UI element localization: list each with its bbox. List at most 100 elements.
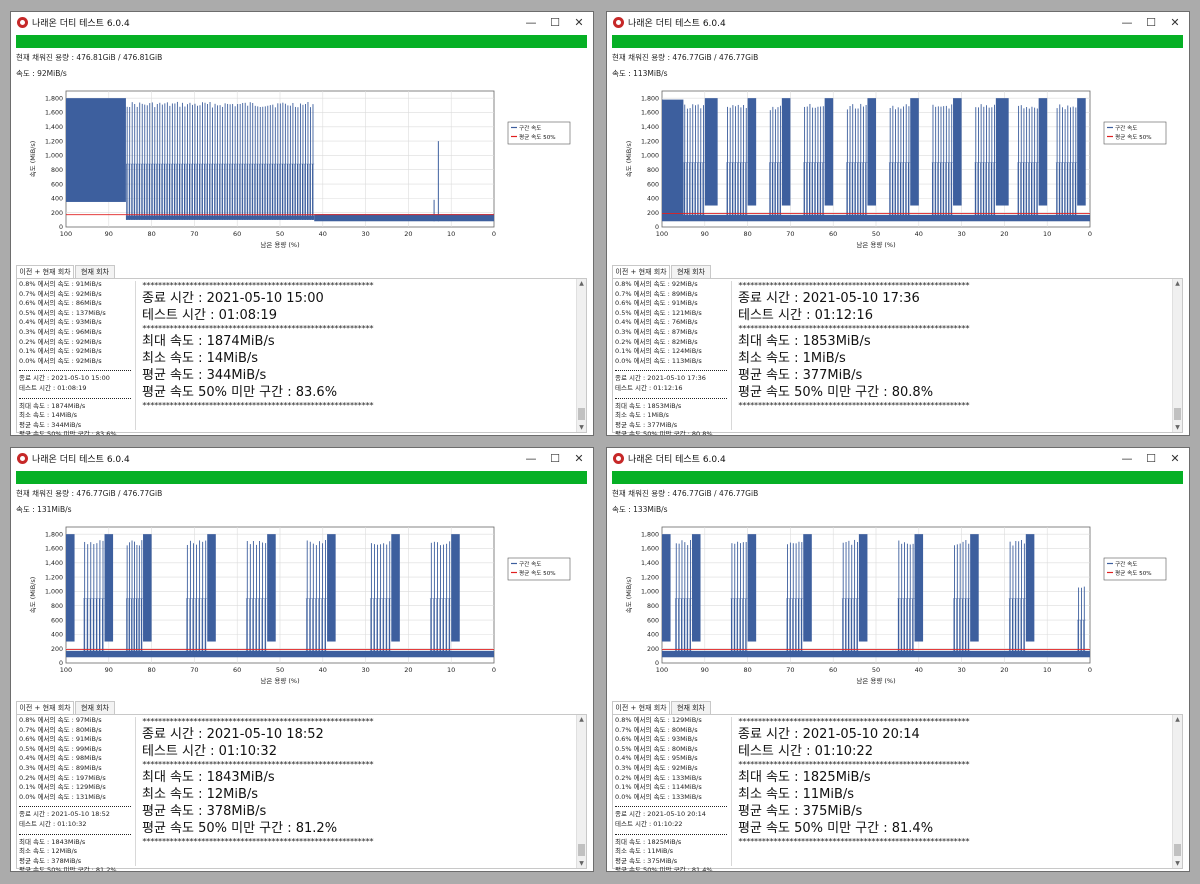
- legend-label: 구간 속도: [1115, 560, 1137, 568]
- scrollbar-thumb[interactable]: [578, 844, 585, 856]
- vertical-scrollbar[interactable]: ▲ ▼: [576, 279, 586, 432]
- scroll-up-icon[interactable]: ▲: [577, 280, 586, 287]
- x-tick-label: 0: [492, 230, 496, 238]
- x-tick-label: 0: [1088, 230, 1092, 238]
- scrollbar-thumb[interactable]: [1174, 844, 1181, 856]
- app-logo-icon: [613, 453, 624, 464]
- x-tick-label: 60: [233, 666, 241, 674]
- x-tick-label: 70: [190, 666, 198, 674]
- scroll-down-icon[interactable]: ▼: [1173, 424, 1182, 431]
- x-tick-label: 90: [105, 230, 113, 238]
- y-tick-label: 1,600: [641, 110, 659, 117]
- close-button[interactable]: ✕: [1165, 449, 1185, 469]
- y-tick-label: 400: [51, 632, 63, 639]
- speed-chart: 100 90 80 70 60 50 40 30 20 10 0 0 200 400 600 800 1,000…: [11, 514, 593, 698]
- big-stat-line: 최대 속도 : 1874MiB/s: [142, 334, 275, 349]
- y-tick-label: 600: [51, 181, 63, 188]
- maximize-button[interactable]: ☐: [1141, 449, 1161, 469]
- high-speed-block: [662, 534, 671, 642]
- window-title: 나래온 더티 테스트 6.0.4: [628, 455, 726, 465]
- big-stat-line: 평균 속도 : 377MiB/s: [738, 368, 863, 383]
- speed-at-percent-line: 0.8% 에서의 속도 : 97MiB/s: [19, 716, 102, 724]
- x-axis-label: 남은 용량 (%): [856, 240, 895, 249]
- tab-current[interactable]: 현재 회차: [671, 701, 711, 714]
- tab-current[interactable]: 현재 회차: [75, 265, 115, 278]
- y-axis-label: 속도 (MiB/s): [29, 577, 37, 614]
- time-line: 종료 시간 : 2021-05-10 17:36: [615, 374, 706, 383]
- scrollbar-thumb[interactable]: [578, 408, 585, 420]
- y-tick-label: 600: [647, 617, 659, 624]
- y-tick-label: 1,200: [641, 574, 659, 581]
- close-button[interactable]: ✕: [569, 449, 589, 469]
- y-tick-label: 1,800: [641, 531, 659, 538]
- scroll-down-icon[interactable]: ▼: [1173, 860, 1182, 867]
- y-tick-label: 600: [647, 181, 659, 188]
- minimize-button[interactable]: —: [1117, 13, 1137, 33]
- progress-bar: [612, 471, 1183, 484]
- star-separator: ****************************************…: [142, 717, 374, 726]
- y-tick-label: 1,200: [45, 574, 63, 581]
- star-separator: ****************************************…: [738, 760, 970, 769]
- x-tick-label: 40: [915, 230, 923, 238]
- app-window: 나래온 더티 테스트 6.0.4 — ☐ ✕ 현재 채워진 용량 : 476.77GiB…: [606, 447, 1190, 872]
- summary-log: 0.8% 에서의 속도 : 91MiB/s 0.7% 에서의 속도 : 92MiB…: [19, 280, 131, 435]
- speed-at-percent-line: 0.0% 에서의 속도 : 113MiB/s: [615, 356, 702, 365]
- vertical-scrollbar[interactable]: ▲ ▼: [1172, 279, 1182, 432]
- speed-chart: 100 90 80 70 60 50 40 30 20 10 0 0 200 400 600 800 1,000…: [11, 78, 593, 262]
- tab-previous-and-current[interactable]: 이전 + 현재 회차: [612, 265, 670, 278]
- title-bar: 나래온 더티 테스트 6.0.4 — ☐ ✕: [11, 448, 593, 470]
- maximize-button[interactable]: ☐: [545, 13, 565, 33]
- x-tick-label: 80: [743, 230, 751, 238]
- maximize-button[interactable]: ☐: [545, 449, 565, 469]
- y-tick-label: 1,000: [641, 153, 659, 160]
- tab-current[interactable]: 현재 회차: [671, 265, 711, 278]
- y-tick-label: 1,400: [45, 560, 63, 567]
- summary-log: 0.8% 에서의 속도 : 92MiB/s 0.7% 에서의 속도 : 89MiB…: [615, 280, 727, 435]
- minimize-button[interactable]: —: [521, 13, 541, 33]
- log-separator: [615, 830, 727, 835]
- filled-capacity-text: 현재 채워진 용량 : 476.77GiB / 476.77GiB: [612, 53, 759, 62]
- log-separator: [615, 394, 727, 399]
- minimize-button[interactable]: —: [521, 449, 541, 469]
- speed-at-percent-line: 0.0% 에서의 속도 : 133MiB/s: [615, 792, 702, 801]
- spike-base: [674, 650, 692, 656]
- progress-fill: [612, 471, 1183, 484]
- close-button[interactable]: ✕: [569, 13, 589, 33]
- speed-at-percent-line: 0.2% 에서의 속도 : 133MiB/s: [615, 773, 702, 782]
- minimize-button[interactable]: —: [1117, 449, 1137, 469]
- high-speed-block: [391, 534, 400, 642]
- vertical-scrollbar[interactable]: ▲ ▼: [1172, 715, 1182, 868]
- scroll-down-icon[interactable]: ▼: [577, 424, 586, 431]
- speed-at-percent-line: 0.4% 에서의 속도 : 98MiB/s: [19, 754, 102, 763]
- scrollbar-thumb[interactable]: [1174, 408, 1181, 420]
- big-time-line: 테스트 시간 : 01:08:19: [142, 308, 277, 323]
- summary-log: 0.8% 에서의 속도 : 129MiB/s 0.7% 에서의 속도 : 80Mi…: [615, 716, 727, 871]
- vertical-scrollbar[interactable]: ▲ ▼: [576, 715, 586, 868]
- close-button[interactable]: ✕: [1165, 13, 1185, 33]
- speed-at-percent-line: 0.5% 에서의 속도 : 137MiB/s: [19, 308, 106, 317]
- speed-at-percent-line: 0.1% 에서의 속도 : 124MiB/s: [615, 347, 702, 356]
- high-speed-block: [747, 98, 757, 206]
- scroll-down-icon[interactable]: ▼: [577, 860, 586, 867]
- tab-current[interactable]: 현재 회차: [75, 701, 115, 714]
- progress-bar: [16, 471, 587, 484]
- stat-line: 최대 속도 : 1853MiB/s: [615, 401, 682, 410]
- speed-at-percent-line: 0.3% 에서의 속도 : 92MiB/s: [615, 763, 698, 772]
- y-tick-label: 1,400: [641, 124, 659, 131]
- scroll-up-icon[interactable]: ▲: [1173, 280, 1182, 287]
- stat-line: 평균 속도 : 375MiB/s: [615, 856, 678, 865]
- tab-previous-and-current[interactable]: 이전 + 현재 회차: [16, 265, 74, 278]
- x-tick-label: 70: [786, 666, 794, 674]
- tab-previous-and-current[interactable]: 이전 + 현재 회차: [16, 701, 74, 714]
- big-stat-line: 최대 속도 : 1825MiB/s: [738, 770, 871, 785]
- y-tick-label: 200: [51, 646, 63, 653]
- x-tick-label: 40: [319, 666, 327, 674]
- scroll-up-icon[interactable]: ▲: [1173, 716, 1182, 723]
- progress-fill: [16, 35, 587, 48]
- maximize-button[interactable]: ☐: [1141, 13, 1161, 33]
- y-tick-label: 1,000: [45, 153, 63, 160]
- tab-previous-and-current[interactable]: 이전 + 현재 회차: [612, 701, 670, 714]
- legend-label: 구간 속도: [519, 124, 541, 132]
- filled-capacity-text: 현재 채워진 용량 : 476.81GiB / 476.81GiB: [16, 53, 163, 62]
- scroll-up-icon[interactable]: ▲: [577, 716, 586, 723]
